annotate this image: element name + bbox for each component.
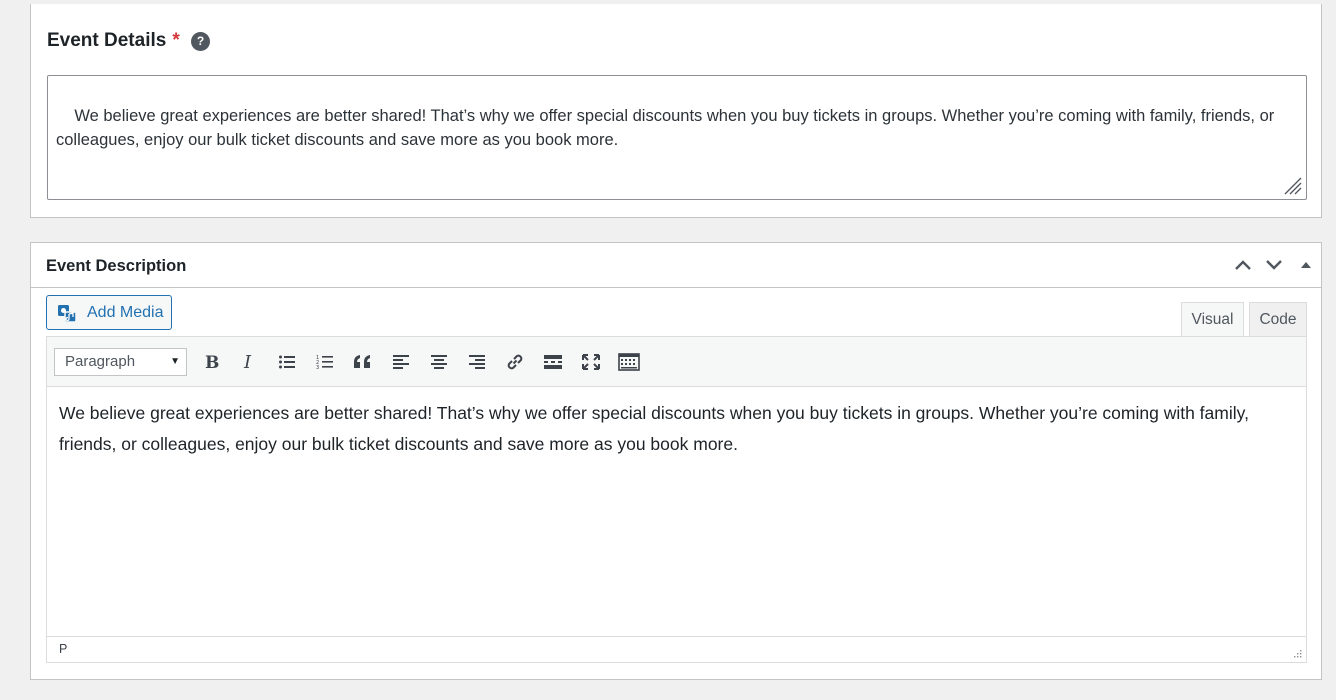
chevron-down-icon[interactable] (1263, 255, 1285, 275)
bullet-list-icon[interactable] (274, 349, 300, 375)
svg-text:3: 3 (316, 365, 319, 370)
rich-text-editor: Paragraph ▼ B I 1 2 3 We believe great e… (46, 336, 1307, 663)
blockquote-icon[interactable] (350, 349, 376, 375)
event-details-heading: Event Details * (47, 30, 180, 52)
help-icon[interactable]: ? (191, 32, 210, 51)
svg-text:B: B (205, 353, 219, 371)
required-asterisk: * (172, 30, 180, 51)
event-description-title: Event Description (46, 257, 187, 275)
editor-toolbar: Paragraph ▼ B I 1 2 3 (47, 337, 1306, 387)
numbered-list-icon[interactable]: 1 2 3 (312, 349, 338, 375)
resize-grip-icon[interactable] (1292, 648, 1302, 658)
align-left-icon[interactable] (388, 349, 414, 375)
event-description-panel: Event Description Add Media Visual Code … (30, 242, 1322, 680)
bold-icon[interactable]: B (198, 349, 224, 375)
dropdown-caret-icon: ▼ (170, 356, 180, 367)
format-select-value: Paragraph (65, 353, 136, 370)
align-center-icon[interactable] (426, 349, 452, 375)
add-media-icon (58, 304, 77, 323)
chevron-up-icon[interactable] (1232, 255, 1254, 275)
add-media-label: Add Media (87, 303, 164, 321)
align-right-icon[interactable] (464, 349, 490, 375)
tab-visual[interactable]: Visual (1181, 302, 1244, 336)
add-media-button[interactable]: Add Media (46, 295, 172, 330)
element-path[interactable]: P (59, 642, 67, 656)
link-icon[interactable] (502, 349, 528, 375)
fullscreen-icon[interactable] (578, 349, 604, 375)
event-description-header: Event Description (31, 243, 1321, 288)
resize-grip-icon[interactable] (1284, 177, 1302, 195)
italic-icon[interactable]: I (236, 349, 262, 375)
editor-statusbar: P (47, 636, 1306, 662)
event-details-title: Event Details (47, 30, 167, 51)
event-details-text: We believe great experiences are better … (56, 107, 1279, 149)
editor-content-text: We believe great experiences are better … (59, 403, 1249, 454)
editor-content-area[interactable]: We believe great experiences are better … (47, 387, 1306, 637)
event-details-panel: Event Details * ? We believe great experi… (30, 4, 1322, 218)
toolbar-toggle-icon[interactable] (616, 349, 642, 375)
event-details-textarea[interactable]: We believe great experiences are better … (47, 75, 1307, 200)
read-more-icon[interactable] (540, 349, 566, 375)
format-select[interactable]: Paragraph ▼ (54, 348, 187, 376)
tab-code[interactable]: Code (1249, 302, 1307, 336)
svg-text:I: I (243, 353, 252, 371)
triangle-up-icon[interactable] (1295, 255, 1317, 275)
